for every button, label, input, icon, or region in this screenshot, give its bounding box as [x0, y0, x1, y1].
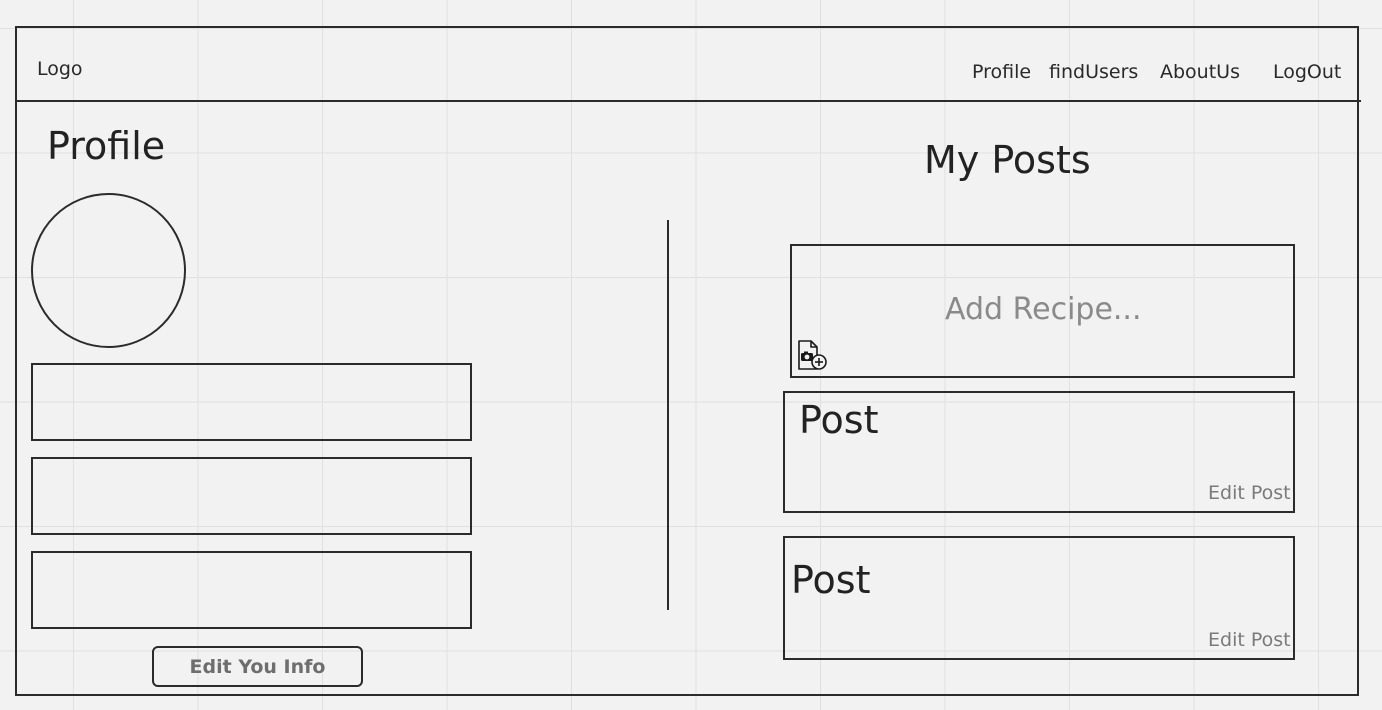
nav-about-us-link[interactable]: AboutUs [1160, 61, 1240, 83]
edit-info-button[interactable]: Edit You Info [152, 646, 363, 687]
profile-info-field-1 [31, 363, 472, 441]
logo[interactable]: Logo [37, 58, 83, 80]
avatar[interactable] [31, 193, 186, 348]
profile-info-field-2 [31, 457, 472, 535]
header-divider [15, 100, 1361, 102]
edit-post-link[interactable]: Edit Post [1208, 482, 1291, 504]
profile-info-field-3 [31, 551, 472, 629]
edit-post-link[interactable]: Edit Post [1208, 629, 1291, 651]
nav-logout-link[interactable]: LogOut [1273, 61, 1341, 83]
vertical-divider [667, 220, 669, 610]
post-title: Post [791, 558, 871, 602]
add-photo-icon[interactable] [797, 339, 829, 371]
nav-find-users-link[interactable]: findUsers [1049, 61, 1138, 83]
my-posts-title: My Posts [924, 138, 1091, 182]
add-photo-icon-svg [798, 340, 827, 370]
add-recipe-placeholder: Add Recipe... [945, 292, 1142, 327]
profile-title: Profile [47, 124, 166, 168]
post-title: Post [799, 398, 879, 442]
nav-profile-link[interactable]: Profile [972, 61, 1031, 83]
